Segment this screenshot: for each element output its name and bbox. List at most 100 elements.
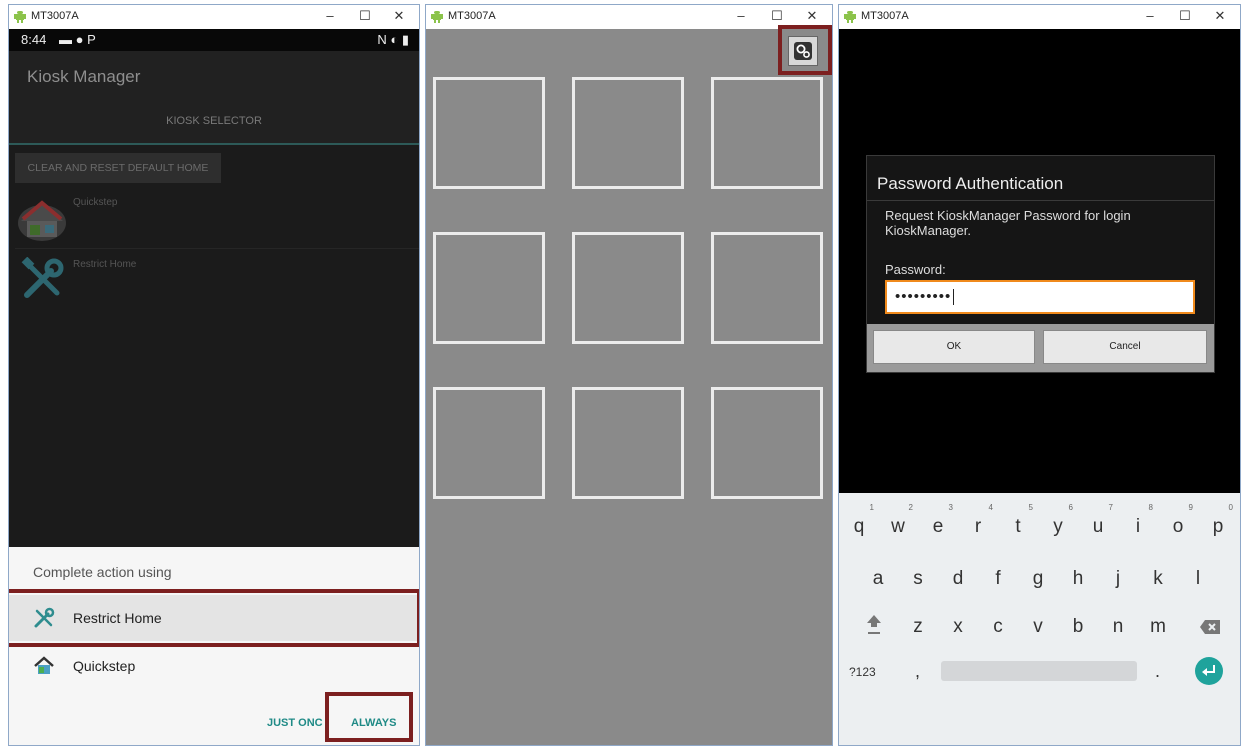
- key-k[interactable]: k: [1141, 559, 1175, 599]
- key-y[interactable]: 6y: [1041, 503, 1075, 547]
- minimize-button[interactable]: –: [1141, 8, 1159, 23]
- window-title: MT3007A: [31, 10, 79, 22]
- key-w[interactable]: 2w: [881, 503, 915, 547]
- key-n[interactable]: n: [1101, 607, 1135, 647]
- just-once-button[interactable]: JUST ONC: [267, 717, 323, 729]
- key-c[interactable]: c: [981, 607, 1015, 647]
- app-tile[interactable]: [572, 387, 684, 499]
- shift-icon[interactable]: [865, 613, 883, 635]
- app-tile[interactable]: [711, 387, 823, 499]
- list-item-quickstep[interactable]: Quickstep: [15, 189, 419, 249]
- key-o[interactable]: 9o: [1161, 503, 1195, 547]
- list-item-label: Quickstep: [73, 197, 118, 208]
- app-tile[interactable]: [433, 232, 545, 344]
- dialog-message: Request KioskManager Password for login …: [885, 208, 1131, 238]
- text-caret: [953, 289, 955, 306]
- symbols-key[interactable]: ?123: [849, 665, 876, 679]
- tools-icon: [21, 257, 64, 298]
- window-titlebar[interactable]: MT3007A – ☐ ✕: [426, 5, 832, 29]
- key-x[interactable]: x: [941, 607, 975, 647]
- dialog-title: Password Authentication: [877, 174, 1064, 193]
- key-l[interactable]: l: [1181, 559, 1215, 599]
- key-d[interactable]: d: [941, 559, 975, 599]
- close-button[interactable]: ✕: [1211, 8, 1229, 24]
- key-j[interactable]: j: [1101, 559, 1135, 599]
- window-title: MT3007A: [861, 10, 909, 22]
- emulator-window-restrict-home: MT3007A – ☐ ✕: [425, 4, 833, 746]
- minimize-button[interactable]: –: [732, 8, 750, 23]
- backspace-icon[interactable]: [1199, 619, 1221, 635]
- cancel-button[interactable]: Cancel: [1043, 330, 1207, 364]
- key-u[interactable]: 7u: [1081, 503, 1115, 547]
- key-g[interactable]: g: [1021, 559, 1055, 599]
- close-button[interactable]: ✕: [803, 8, 821, 24]
- minimize-button[interactable]: –: [321, 8, 339, 23]
- key-r[interactable]: 4r: [961, 503, 995, 547]
- tab-label: KIOSK SELECTOR: [166, 115, 262, 127]
- maximize-button[interactable]: ☐: [768, 8, 786, 24]
- android-icon: [844, 11, 856, 23]
- app-tile[interactable]: [572, 232, 684, 344]
- status-bar: 8:44 ▬ ● P N ◐ ▮: [9, 29, 419, 51]
- device-screen: 8:44 ▬ ● P N ◐ ▮ Kiosk Manager KIOSK SEL…: [9, 29, 419, 745]
- key-i[interactable]: 8i: [1121, 503, 1155, 547]
- key-b[interactable]: b: [1061, 607, 1095, 647]
- device-screen: Password Authentication Request KioskMan…: [839, 29, 1240, 745]
- ok-button[interactable]: OK: [873, 330, 1035, 364]
- key-e[interactable]: 3e: [921, 503, 955, 547]
- comma-key[interactable]: ,: [915, 661, 920, 682]
- app-tile[interactable]: [572, 77, 684, 189]
- sheet-title: Complete action using: [33, 564, 172, 580]
- key-p[interactable]: 0p: [1201, 503, 1235, 547]
- highlight-box-restrict-home: [9, 589, 419, 647]
- highlight-box-settings: [778, 25, 832, 75]
- key-v[interactable]: v: [1021, 607, 1055, 647]
- dialog-button-bar: OK Cancel: [867, 324, 1214, 372]
- password-label: Password:: [885, 262, 946, 277]
- key-t[interactable]: 5t: [1001, 503, 1035, 547]
- tab-kiosk-selector[interactable]: KIOSK SELECTOR: [9, 99, 419, 145]
- window-titlebar[interactable]: MT3007A – ☐ ✕: [9, 5, 419, 29]
- window-title: MT3007A: [448, 10, 496, 22]
- soft-keyboard: 1q 2w 3e 4r 5t 6y 7u 8i 9o 0p a s d f g …: [839, 493, 1240, 745]
- app-bar: Kiosk Manager: [9, 51, 419, 99]
- status-time: 8:44: [21, 32, 47, 47]
- app-tile[interactable]: [433, 387, 545, 499]
- maximize-button[interactable]: ☐: [356, 8, 374, 24]
- key-f[interactable]: f: [981, 559, 1015, 599]
- maximize-button[interactable]: ☐: [1176, 8, 1194, 24]
- house-icon: [18, 200, 66, 241]
- restrict-home-screen: [426, 29, 832, 745]
- sheet-option-label: Quickstep: [73, 658, 136, 674]
- android-icon: [14, 11, 26, 23]
- app-tile[interactable]: [433, 77, 545, 189]
- password-input[interactable]: •••••••••: [885, 280, 1195, 314]
- sheet-option-quickstep[interactable]: Quickstep: [9, 643, 419, 689]
- highlight-box-always: [325, 692, 413, 742]
- key-q[interactable]: 1q: [842, 503, 876, 547]
- enter-icon: [1202, 665, 1215, 676]
- key-s[interactable]: s: [901, 559, 935, 599]
- emulator-window-kiosk-selector: MT3007A – ☐ ✕ 8:44 ▬ ● P N ◐ ▮ Kiosk Man…: [8, 4, 420, 746]
- period-key[interactable]: .: [1155, 661, 1160, 682]
- enter-key[interactable]: [1195, 657, 1223, 685]
- key-h[interactable]: h: [1061, 559, 1095, 599]
- emulator-window-password: MT3007A – ☐ ✕ Password Authentication Re…: [838, 4, 1241, 746]
- password-dialog: Password Authentication Request KioskMan…: [866, 155, 1215, 373]
- space-key[interactable]: [941, 661, 1137, 681]
- notification-icons: ▬ ● P: [59, 32, 96, 47]
- password-value: •••••••••: [895, 288, 952, 305]
- key-z[interactable]: z: [901, 607, 935, 647]
- house-icon: [34, 656, 54, 674]
- system-icons: N ◐ ▮: [377, 32, 409, 47]
- close-button[interactable]: ✕: [390, 8, 408, 24]
- key-m[interactable]: m: [1141, 607, 1175, 647]
- window-titlebar[interactable]: MT3007A – ☐ ✕: [839, 5, 1240, 29]
- list-item-restrict-home[interactable]: Restrict Home: [15, 251, 419, 311]
- android-icon: [431, 11, 443, 23]
- dialog-divider: [867, 200, 1214, 201]
- app-tile[interactable]: [711, 77, 823, 189]
- clear-reset-default-home-button[interactable]: CLEAR AND RESET DEFAULT HOME: [15, 153, 221, 183]
- key-a[interactable]: a: [861, 559, 895, 599]
- app-tile[interactable]: [711, 232, 823, 344]
